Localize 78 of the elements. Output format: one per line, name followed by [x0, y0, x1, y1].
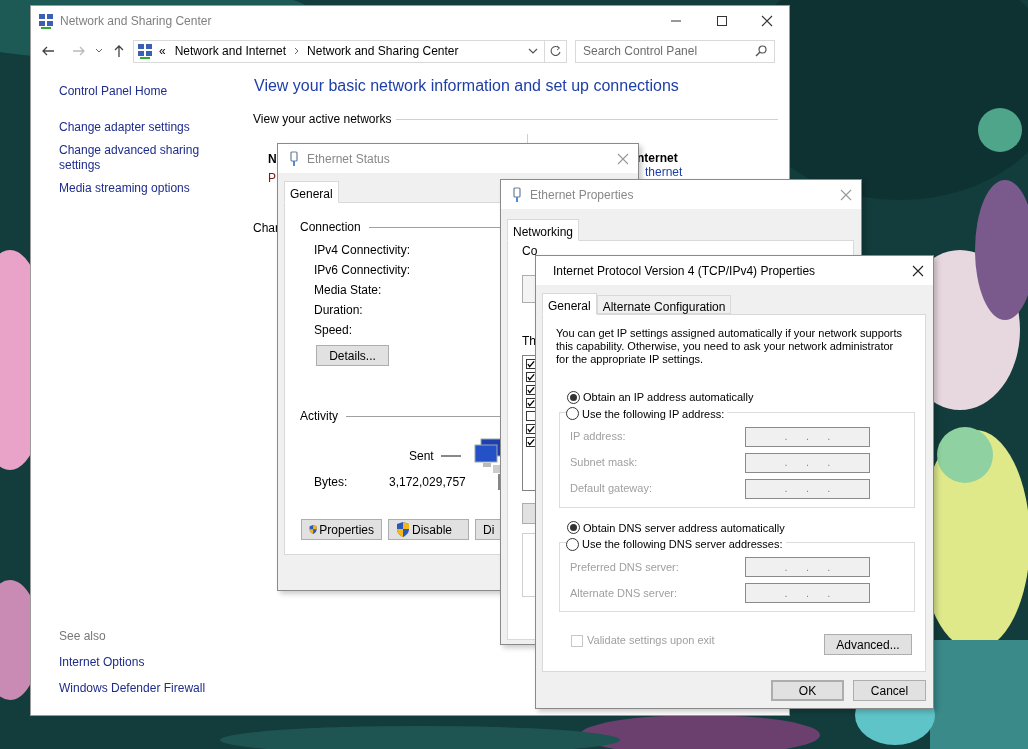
section-label: Th [522, 333, 536, 350]
forward-arrow-icon [72, 45, 86, 57]
address-bar[interactable]: « Network and Internet Network and Sharing Center [133, 39, 567, 63]
breadcrumb-item[interactable]: Network and Sharing Center [307, 42, 459, 60]
see-also-heading: See also [59, 628, 107, 645]
sent-label: Sent [409, 448, 434, 465]
ethernet-plug-icon [288, 150, 300, 167]
button[interactable]: Cancel [853, 680, 926, 701]
tab[interactable]: Networking [507, 219, 580, 241]
tab[interactable]: Alternate Configuration [596, 295, 732, 314]
details-button[interactable]: Details... [316, 345, 389, 366]
advanced-button[interactable]: Advanced... [824, 634, 912, 655]
radio-button[interactable] [567, 390, 580, 404]
chevron-icon [294, 47, 300, 55]
bytes-sent-value: 3,172,029,757 [389, 474, 466, 491]
search-field[interactable]: Search Control Panel [575, 39, 775, 63]
maximize-icon [717, 16, 727, 26]
group-heading: Activity [300, 408, 338, 425]
close-icon [617, 152, 629, 165]
dialog-title: Ethernet Status [307, 150, 390, 168]
network-name: N [268, 151, 277, 168]
field-label: IPv6 Connectivity: [314, 262, 411, 276]
up-arrow-icon [113, 44, 125, 58]
close-icon [912, 264, 924, 277]
button[interactable]: OK [771, 680, 844, 701]
dialog-title: Ethernet Properties [530, 186, 634, 204]
see-also-link[interactable]: Windows Defender Firewall [59, 679, 253, 697]
close-icon [761, 15, 773, 27]
ethernet-plug-icon [511, 186, 523, 203]
radio-label[interactable]: Use the following IP address: [582, 405, 725, 422]
button[interactable]: Disable [388, 519, 469, 540]
button[interactable]: Properties [301, 519, 382, 540]
dropdown-caret-icon [528, 48, 538, 54]
radio-label[interactable]: Obtain an IP address automatically [583, 389, 754, 406]
field-label: Duration: [314, 302, 363, 316]
dropdown-caret-icon [95, 48, 103, 54]
radio-label[interactable]: Obtain DNS server address automatically [583, 519, 785, 536]
sidebar-link[interactable]: Change adapter settings [59, 120, 209, 135]
search-icon [755, 45, 767, 57]
see-also-link[interactable]: Internet Options [59, 653, 253, 671]
field-label: IPv4 Connectivity: [314, 242, 411, 256]
section-label: Char [253, 220, 279, 237]
field-label: Speed: [314, 322, 353, 336]
back-arrow-icon [41, 45, 55, 57]
shield-icon [309, 522, 318, 537]
group-heading: Connection [300, 219, 361, 236]
sidebar-link[interactable]: Media streaming options [59, 181, 209, 196]
breadcrumb-overflow[interactable]: « [159, 42, 166, 60]
sidebar-link[interactable]: Change advanced sharing settings [59, 143, 209, 173]
description-text: You can get IP settings assigned automatically if your network supports this capability. Otherwise, you need to ask your network administrator for the appropriate IP settings. [556, 327, 904, 366]
shield-icon [396, 522, 410, 537]
field-label: Preferred DNS server: [570, 559, 679, 575]
tab[interactable]: General [542, 293, 597, 315]
network-category: P [268, 170, 276, 187]
field-label: Media State: [314, 282, 382, 296]
radio-button[interactable] [566, 407, 579, 421]
connection-link[interactable]: thernet [645, 166, 683, 179]
radio-button[interactable] [567, 521, 580, 535]
radio-button[interactable] [566, 537, 579, 551]
tab[interactable]: General [284, 181, 339, 203]
refresh-icon [549, 45, 562, 57]
sidebar-link[interactable]: Control Panel Home [59, 84, 209, 99]
page-heading: View your basic network information and set up connections [254, 76, 680, 96]
close-icon [840, 188, 852, 201]
network-icon [38, 13, 54, 29]
field-label: Subnet mask: [570, 455, 638, 471]
bytes-label: Bytes: [314, 474, 349, 491]
field-label: Alternate DNS server: [570, 585, 677, 601]
breadcrumb-item[interactable]: Network and Internet [174, 42, 287, 60]
checkbox[interactable] [526, 411, 536, 421]
dialog-title: Internet Protocol Version 4 (TCP/IPv4) Properties [553, 262, 816, 280]
radio-label[interactable]: Use the following DNS server addresses: [582, 536, 783, 553]
network-icon [137, 43, 153, 59]
section-label: View your active networks [253, 111, 392, 128]
field-label: Default gateway: [570, 481, 652, 497]
window-title: Network and Sharing Center [60, 13, 212, 30]
field-label: IP address: [570, 429, 626, 445]
section-label: Co [522, 243, 538, 260]
